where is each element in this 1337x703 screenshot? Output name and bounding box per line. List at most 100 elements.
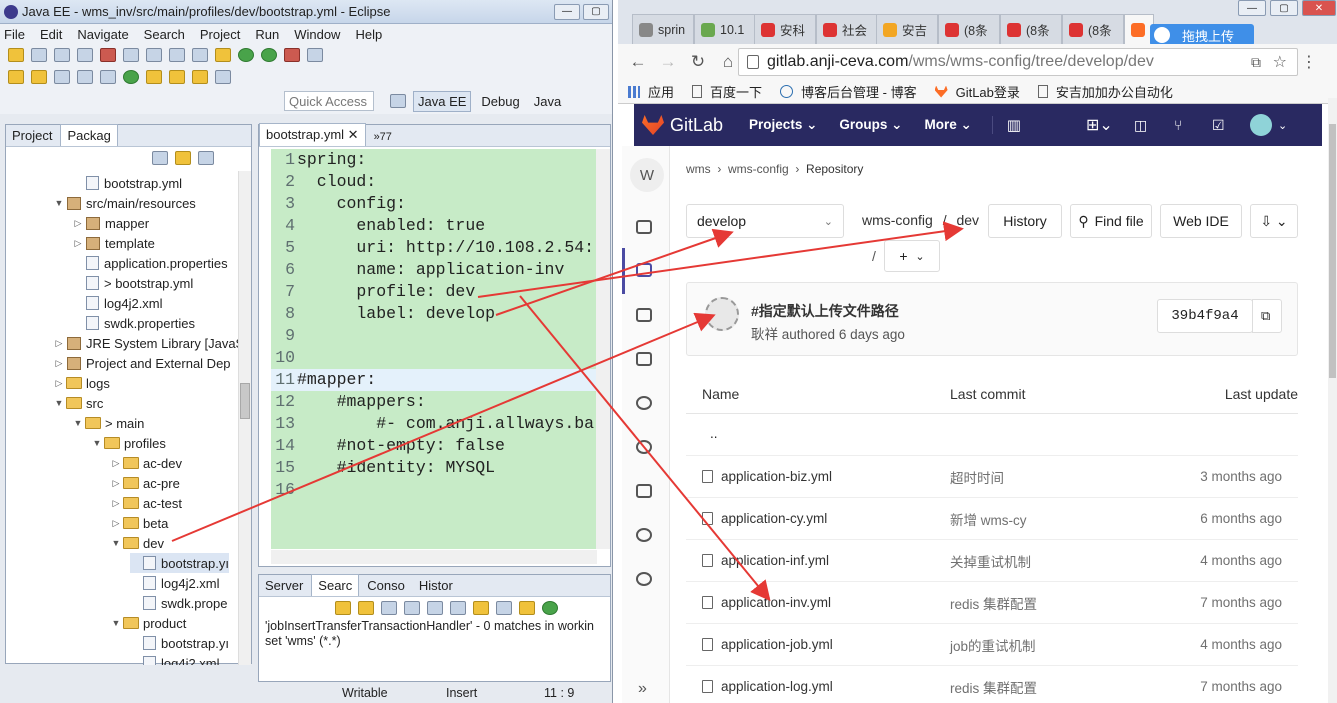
menu-search[interactable]: Search [144,27,185,42]
chrome-minimize[interactable]: — [1238,0,1266,16]
merge-requests-sidebar-icon[interactable] [636,352,652,366]
file-last-commit[interactable]: redis 集群配置 [950,677,1037,697]
tree-arrow-icon[interactable]: ▼ [54,198,64,208]
chrome-menu-icon[interactable]: ⋮ [1301,52,1317,72]
open-project-icon[interactable] [31,70,47,84]
web-browser-icon[interactable] [123,70,139,84]
collapse-sidebar-icon[interactable]: » [638,680,647,698]
page-scrollbar[interactable] [1328,98,1337,703]
toggle-mark-icon[interactable] [54,70,70,84]
tree-arrow-icon[interactable]: ▼ [73,418,83,428]
open-perspective-icon[interactable] [390,94,406,108]
path-root-link[interactable]: wms-config [862,212,933,228]
file-link[interactable]: application-inv.yml [702,595,831,610]
search-history-icon[interactable] [519,601,535,615]
ci-cd-icon[interactable] [636,396,652,410]
copy-sha-button[interactable]: ⧉ [1252,299,1282,333]
snippets-icon[interactable] [636,528,652,542]
open-type-icon[interactable] [307,48,323,62]
tree-item[interactable]: ▷ ac-dev [111,453,183,473]
tree-arrow-icon[interactable]: ▷ [73,238,83,249]
operations-icon[interactable] [636,440,652,454]
perspective-java-ee[interactable]: Java EE [413,90,472,112]
issues-sidebar-icon[interactable] [636,308,652,322]
paragraph-icon[interactable] [100,70,116,84]
menu-run[interactable]: Run [255,27,279,42]
tree-arrow-icon[interactable]: ▼ [54,398,64,408]
tab-project[interactable]: Project [6,125,58,146]
editor-scrollbar[interactable] [596,149,610,549]
parent-dir-link[interactable]: .. [710,426,718,441]
tree-item[interactable]: ▼ product [111,613,187,633]
home-icon[interactable]: ⌂ [718,52,738,72]
menu-help[interactable]: Help [355,27,382,42]
editor-hscrollbar[interactable] [271,550,597,564]
issues-icon[interactable]: ◫ [1134,117,1147,134]
members-icon[interactable] [636,572,652,586]
prev-match-icon[interactable] [358,601,374,615]
tree-arrow-icon[interactable]: ▷ [111,518,121,529]
tree-item[interactable]: ▷ logs [54,373,110,393]
page-info-icon[interactable] [747,55,759,69]
menu-file[interactable]: File [4,27,25,42]
add-to-tree-button[interactable]: + ⌄ [884,240,940,272]
step-into-icon[interactable] [192,48,208,62]
tree-arrow-icon[interactable]: ▷ [111,478,121,489]
user-avatar[interactable] [1250,114,1272,136]
cancel-search-icon[interactable] [496,601,512,615]
gitlab-logo-icon[interactable] [642,115,664,135]
commit-sha[interactable]: 39b4f9a4 [1157,299,1253,333]
minimize-button[interactable]: — [554,3,580,20]
collapse-all-icon[interactable] [152,151,168,165]
file-last-commit[interactable]: 关掉重试机制 [950,551,1031,571]
browser-tab[interactable]: (8条 [1000,14,1062,44]
nav-more[interactable]: More ⌄ [924,117,971,133]
page-scroll-thumb[interactable] [1329,124,1336,378]
tree-item[interactable]: > bootstrap.yml [73,273,193,293]
tree-item[interactable]: ▼ > main [73,413,145,433]
tree-item[interactable]: bootstrap.yml [73,173,182,193]
tab-console[interactable]: Conso [361,575,411,596]
tree-item[interactable]: ▷ beta [111,513,169,533]
nav-projects[interactable]: Projects ⌄ [749,117,817,133]
gitlab-brand[interactable]: GitLab [670,115,723,136]
web-ide-button[interactable]: Web IDE [1160,204,1242,238]
maximize-button[interactable]: ▢ [583,3,609,20]
link-editor-icon[interactable] [175,151,191,165]
commit-message[interactable]: #指定默认上传文件路径 [751,301,899,321]
reload-icon[interactable]: ↻ [688,52,708,72]
tree-arrow-icon[interactable]: ▷ [111,498,121,509]
pin-icon[interactable] [542,601,558,615]
tab-server[interactable]: Server [259,575,309,596]
tab-package[interactable]: Packag [60,124,118,146]
new-icon[interactable] [8,48,24,62]
browser-tab[interactable]: sprin [632,14,694,44]
file-link[interactable]: application-biz.yml [702,469,832,484]
browser-tab[interactable]: 10.1 [694,14,756,44]
forward-icon[interactable]: → [658,52,678,72]
wiki-icon[interactable] [636,484,652,498]
repository-icon[interactable] [636,263,652,277]
menu-edit[interactable]: Edit [40,27,62,42]
debug-icon[interactable] [238,48,254,62]
tree-item[interactable]: swdk.prope [130,593,227,613]
view-menu-icon[interactable] [198,151,214,165]
user-menu-chevron-icon[interactable]: ⌄ [1278,119,1287,132]
tree-item[interactable]: swdk.properties [73,313,195,333]
build-icon[interactable] [215,48,231,62]
tree-item[interactable]: log4j2.xml [73,293,163,313]
show-whitespace-icon[interactable] [77,70,93,84]
history-button[interactable]: History [988,204,1062,238]
tree-item[interactable]: ▼ profiles [92,433,166,453]
expand-all-icon[interactable] [427,601,443,615]
back-icon[interactable]: ← [628,52,648,72]
step-over-icon[interactable] [169,48,185,62]
bookmark-star-icon[interactable]: ☆ [1273,52,1287,72]
tab-search[interactable]: Searc [311,574,360,596]
tree-item[interactable]: ▷ Project and External Dep [54,353,231,373]
next-annotation-icon[interactable] [146,70,162,84]
tree-item[interactable]: application.properties [73,253,228,273]
tree-item[interactable]: ▷ template [73,233,155,253]
tree-item[interactable]: ▼ dev [111,533,164,553]
bookmark-apps[interactable]: 应用 [628,82,674,101]
